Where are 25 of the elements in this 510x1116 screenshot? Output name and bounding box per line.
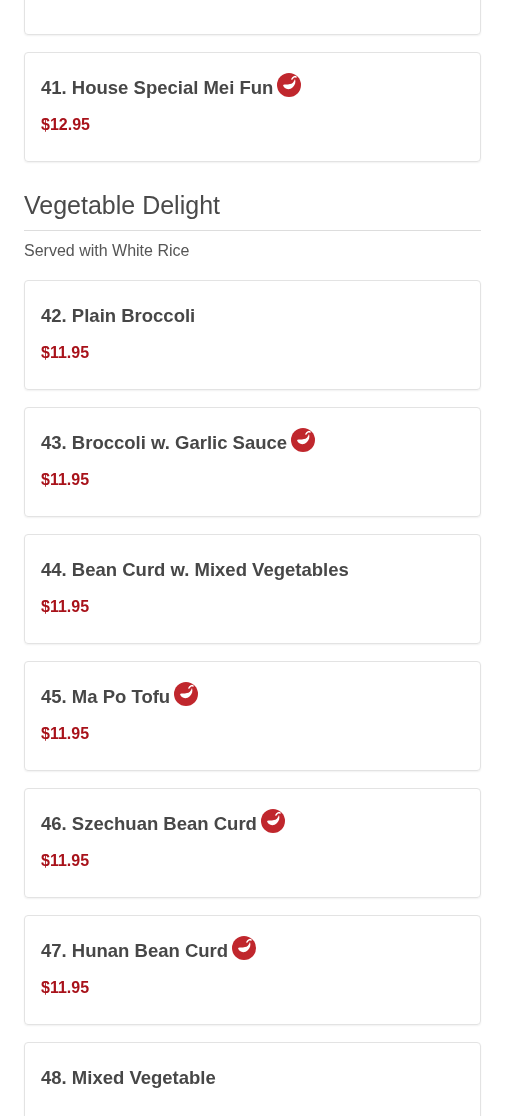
item-name: 46. Szechuan Bean Curd [41, 813, 257, 835]
item-name: 43. Broccoli w. Garlic Sauce [41, 432, 288, 454]
item-price: $11.95 [41, 852, 91, 870]
menu-item-card[interactable]: 41. House Special Mei Fun $12.95 [24, 52, 481, 162]
item-name: 44. Bean Curd w. Mixed Vegetables [41, 559, 349, 581]
item-price: $11.95 [41, 979, 91, 997]
menu-item-card[interactable]: 48. Mixed Vegetable [24, 1042, 481, 1116]
item-name: 47. Hunan Bean Curd [41, 940, 229, 962]
item-name: 48. Mixed Vegetable [41, 1067, 216, 1089]
menu-item-card[interactable]: 45. Ma Po Tofu $11.95 [24, 661, 481, 771]
menu-item-card[interactable]: 43. Broccoli w. Garlic Sauce $11.95 [24, 407, 481, 517]
section-subtitle: Served with White Rice [24, 242, 191, 260]
item-price: $12.95 [41, 116, 91, 134]
item-price: $11.95 [41, 344, 91, 362]
menu-item-card[interactable]: 46. Szechuan Bean Curd $11.95 [24, 788, 481, 898]
menu-item-card[interactable]: 42. Plain Broccoli $11.95 [24, 280, 481, 390]
section-title: Vegetable Delight [24, 190, 221, 221]
item-price: $11.95 [41, 725, 91, 743]
item-name: 42. Plain Broccoli [41, 305, 196, 327]
item-name: 45. Ma Po Tofu [41, 686, 171, 708]
item-price: $11.95 [41, 471, 91, 489]
menu-item-card[interactable]: 47. Hunan Bean Curd $11.95 [24, 915, 481, 1025]
menu-item-card[interactable]: 44. Bean Curd w. Mixed Vegetables $11.95 [24, 534, 481, 644]
item-price: $11.95 [41, 598, 91, 616]
item-name: 41. House Special Mei Fun [41, 77, 274, 99]
